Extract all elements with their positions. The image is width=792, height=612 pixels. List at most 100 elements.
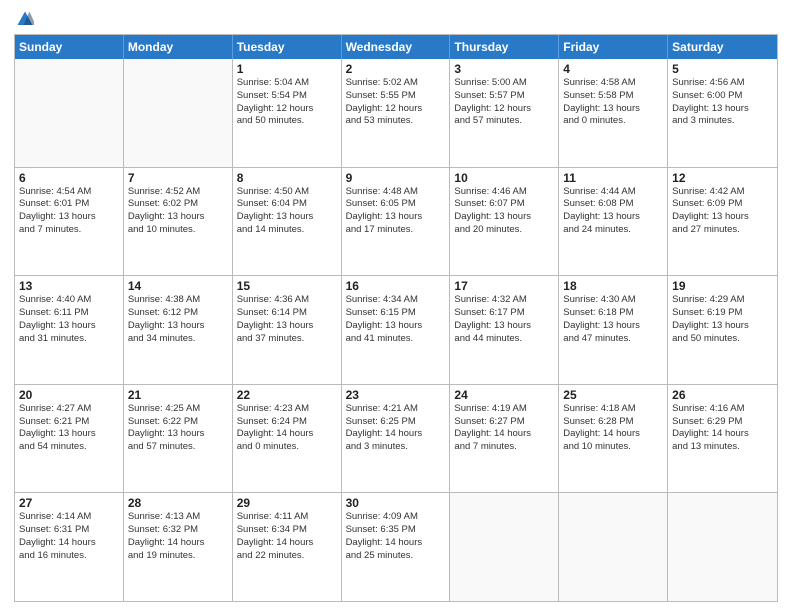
calendar-row-2: 6Sunrise: 4:54 AM Sunset: 6:01 PM Daylig… [15, 168, 777, 277]
day-number: 28 [128, 496, 228, 510]
day-number: 18 [563, 279, 663, 293]
day-info: Sunrise: 4:13 AM Sunset: 6:32 PM Dayligh… [128, 511, 228, 562]
table-row: 1Sunrise: 5:04 AM Sunset: 5:54 PM Daylig… [233, 59, 342, 167]
day-number: 1 [237, 62, 337, 76]
calendar-row-5: 27Sunrise: 4:14 AM Sunset: 6:31 PM Dayli… [15, 493, 777, 602]
day-number: 5 [672, 62, 773, 76]
table-row [668, 493, 777, 601]
day-info: Sunrise: 4:34 AM Sunset: 6:15 PM Dayligh… [346, 294, 446, 345]
table-row: 18Sunrise: 4:30 AM Sunset: 6:18 PM Dayli… [559, 276, 668, 384]
header-tuesday: Tuesday [233, 35, 342, 59]
table-row: 16Sunrise: 4:34 AM Sunset: 6:15 PM Dayli… [342, 276, 451, 384]
table-row: 27Sunrise: 4:14 AM Sunset: 6:31 PM Dayli… [15, 493, 124, 601]
day-number: 15 [237, 279, 337, 293]
table-row: 28Sunrise: 4:13 AM Sunset: 6:32 PM Dayli… [124, 493, 233, 601]
day-info: Sunrise: 4:18 AM Sunset: 6:28 PM Dayligh… [563, 403, 663, 454]
day-number: 19 [672, 279, 773, 293]
table-row: 13Sunrise: 4:40 AM Sunset: 6:11 PM Dayli… [15, 276, 124, 384]
day-info: Sunrise: 4:56 AM Sunset: 6:00 PM Dayligh… [672, 77, 773, 128]
day-info: Sunrise: 4:40 AM Sunset: 6:11 PM Dayligh… [19, 294, 119, 345]
header-wednesday: Wednesday [342, 35, 451, 59]
day-number: 26 [672, 388, 773, 402]
day-info: Sunrise: 4:54 AM Sunset: 6:01 PM Dayligh… [19, 186, 119, 237]
logo-text [14, 10, 34, 28]
calendar-body: 1Sunrise: 5:04 AM Sunset: 5:54 PM Daylig… [15, 59, 777, 602]
day-info: Sunrise: 4:48 AM Sunset: 6:05 PM Dayligh… [346, 186, 446, 237]
table-row: 17Sunrise: 4:32 AM Sunset: 6:17 PM Dayli… [450, 276, 559, 384]
day-info: Sunrise: 4:42 AM Sunset: 6:09 PM Dayligh… [672, 186, 773, 237]
day-number: 8 [237, 171, 337, 185]
table-row: 23Sunrise: 4:21 AM Sunset: 6:25 PM Dayli… [342, 385, 451, 493]
calendar-row-1: 1Sunrise: 5:04 AM Sunset: 5:54 PM Daylig… [15, 59, 777, 168]
day-number: 22 [237, 388, 337, 402]
day-number: 12 [672, 171, 773, 185]
table-row: 10Sunrise: 4:46 AM Sunset: 6:07 PM Dayli… [450, 168, 559, 276]
day-number: 10 [454, 171, 554, 185]
table-row [124, 59, 233, 167]
table-row: 19Sunrise: 4:29 AM Sunset: 6:19 PM Dayli… [668, 276, 777, 384]
day-info: Sunrise: 4:52 AM Sunset: 6:02 PM Dayligh… [128, 186, 228, 237]
table-row: 15Sunrise: 4:36 AM Sunset: 6:14 PM Dayli… [233, 276, 342, 384]
day-info: Sunrise: 4:25 AM Sunset: 6:22 PM Dayligh… [128, 403, 228, 454]
day-number: 7 [128, 171, 228, 185]
day-info: Sunrise: 4:16 AM Sunset: 6:29 PM Dayligh… [672, 403, 773, 454]
day-info: Sunrise: 4:23 AM Sunset: 6:24 PM Dayligh… [237, 403, 337, 454]
calendar-header: Sunday Monday Tuesday Wednesday Thursday… [15, 35, 777, 59]
day-number: 21 [128, 388, 228, 402]
day-info: Sunrise: 4:14 AM Sunset: 6:31 PM Dayligh… [19, 511, 119, 562]
day-info: Sunrise: 4:21 AM Sunset: 6:25 PM Dayligh… [346, 403, 446, 454]
header [14, 10, 778, 28]
day-number: 30 [346, 496, 446, 510]
day-number: 25 [563, 388, 663, 402]
day-number: 4 [563, 62, 663, 76]
day-info: Sunrise: 4:27 AM Sunset: 6:21 PM Dayligh… [19, 403, 119, 454]
day-number: 2 [346, 62, 446, 76]
header-sunday: Sunday [15, 35, 124, 59]
table-row: 4Sunrise: 4:58 AM Sunset: 5:58 PM Daylig… [559, 59, 668, 167]
table-row: 12Sunrise: 4:42 AM Sunset: 6:09 PM Dayli… [668, 168, 777, 276]
table-row: 6Sunrise: 4:54 AM Sunset: 6:01 PM Daylig… [15, 168, 124, 276]
table-row: 20Sunrise: 4:27 AM Sunset: 6:21 PM Dayli… [15, 385, 124, 493]
day-info: Sunrise: 4:09 AM Sunset: 6:35 PM Dayligh… [346, 511, 446, 562]
table-row: 24Sunrise: 4:19 AM Sunset: 6:27 PM Dayli… [450, 385, 559, 493]
day-info: Sunrise: 5:02 AM Sunset: 5:55 PM Dayligh… [346, 77, 446, 128]
table-row [559, 493, 668, 601]
calendar-row-4: 20Sunrise: 4:27 AM Sunset: 6:21 PM Dayli… [15, 385, 777, 494]
day-info: Sunrise: 5:00 AM Sunset: 5:57 PM Dayligh… [454, 77, 554, 128]
day-number: 17 [454, 279, 554, 293]
day-number: 29 [237, 496, 337, 510]
day-number: 16 [346, 279, 446, 293]
table-row: 21Sunrise: 4:25 AM Sunset: 6:22 PM Dayli… [124, 385, 233, 493]
day-info: Sunrise: 5:04 AM Sunset: 5:54 PM Dayligh… [237, 77, 337, 128]
table-row: 11Sunrise: 4:44 AM Sunset: 6:08 PM Dayli… [559, 168, 668, 276]
table-row: 8Sunrise: 4:50 AM Sunset: 6:04 PM Daylig… [233, 168, 342, 276]
table-row: 25Sunrise: 4:18 AM Sunset: 6:28 PM Dayli… [559, 385, 668, 493]
day-info: Sunrise: 4:29 AM Sunset: 6:19 PM Dayligh… [672, 294, 773, 345]
table-row: 5Sunrise: 4:56 AM Sunset: 6:00 PM Daylig… [668, 59, 777, 167]
page: Sunday Monday Tuesday Wednesday Thursday… [0, 0, 792, 612]
day-number: 9 [346, 171, 446, 185]
day-number: 3 [454, 62, 554, 76]
calendar-row-3: 13Sunrise: 4:40 AM Sunset: 6:11 PM Dayli… [15, 276, 777, 385]
table-row: 7Sunrise: 4:52 AM Sunset: 6:02 PM Daylig… [124, 168, 233, 276]
day-number: 6 [19, 171, 119, 185]
day-number: 27 [19, 496, 119, 510]
day-number: 13 [19, 279, 119, 293]
header-monday: Monday [124, 35, 233, 59]
day-info: Sunrise: 4:30 AM Sunset: 6:18 PM Dayligh… [563, 294, 663, 345]
logo-icon [16, 10, 34, 28]
table-row: 9Sunrise: 4:48 AM Sunset: 6:05 PM Daylig… [342, 168, 451, 276]
header-thursday: Thursday [450, 35, 559, 59]
day-info: Sunrise: 4:44 AM Sunset: 6:08 PM Dayligh… [563, 186, 663, 237]
day-number: 11 [563, 171, 663, 185]
day-number: 20 [19, 388, 119, 402]
table-row [15, 59, 124, 167]
day-info: Sunrise: 4:58 AM Sunset: 5:58 PM Dayligh… [563, 77, 663, 128]
day-info: Sunrise: 4:50 AM Sunset: 6:04 PM Dayligh… [237, 186, 337, 237]
day-number: 23 [346, 388, 446, 402]
calendar: Sunday Monday Tuesday Wednesday Thursday… [14, 34, 778, 602]
day-info: Sunrise: 4:36 AM Sunset: 6:14 PM Dayligh… [237, 294, 337, 345]
day-number: 24 [454, 388, 554, 402]
day-info: Sunrise: 4:46 AM Sunset: 6:07 PM Dayligh… [454, 186, 554, 237]
day-number: 14 [128, 279, 228, 293]
